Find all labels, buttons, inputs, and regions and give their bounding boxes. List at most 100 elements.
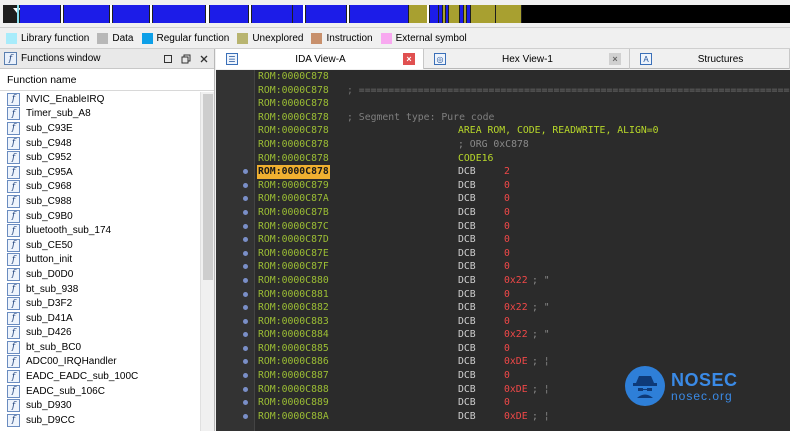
- disassembly-line[interactable]: ROM:0000C87F DCB 0: [243, 260, 790, 274]
- breakpoint-dot-icon[interactable]: [243, 209, 248, 215]
- nav-band-segment[interactable]: [439, 5, 442, 23]
- disassembly-line[interactable]: ROM:0000C87E DCB 0: [243, 247, 790, 261]
- tab-ida-view-a[interactable]: ☰ IDA View-A ×: [216, 49, 424, 69]
- line-address[interactable]: ROM:0000C88A: [258, 410, 329, 424]
- nav-band-segment[interactable]: [61, 5, 63, 23]
- nav-band-segment[interactable]: [150, 5, 152, 23]
- function-list-item[interactable]: f sub_C952: [0, 150, 200, 165]
- disassembly-line[interactable]: ROM:0000C883 DCB 0: [243, 315, 790, 329]
- line-address[interactable]: ROM:0000C887: [258, 369, 329, 383]
- function-list[interactable]: f NVIC_EnableIRQ f Timer_sub_A8 f sub_C93E f su…: [0, 92, 200, 431]
- function-list-item[interactable]: f sub_C968: [0, 180, 200, 195]
- breakpoint-dot-icon[interactable]: [243, 277, 248, 283]
- breakpoint-dot-icon[interactable]: [243, 345, 248, 351]
- close-tab-icon[interactable]: ×: [609, 53, 621, 65]
- function-list-item[interactable]: f sub_CE50: [0, 238, 200, 253]
- disassembly-line[interactable]: ROM:0000C878 CODE16: [255, 152, 790, 166]
- line-address[interactable]: ROM:0000C878: [257, 165, 330, 179]
- nav-band-segment[interactable]: [306, 5, 346, 23]
- disassembly-line[interactable]: ROM:0000C878 ; ==========================…: [255, 84, 790, 98]
- nav-band-segment[interactable]: [303, 5, 305, 23]
- line-address[interactable]: ROM:0000C878: [258, 124, 329, 138]
- line-address[interactable]: ROM:0000C886: [258, 355, 329, 369]
- breakpoint-dot-icon[interactable]: [243, 318, 248, 324]
- function-list-item[interactable]: f sub_C93E: [0, 121, 200, 136]
- disassembly-line[interactable]: ROM:0000C880 DCB 0x22 ; ": [243, 274, 790, 288]
- function-list-item[interactable]: f sub_D930: [0, 398, 200, 413]
- function-list-item[interactable]: f sub_D426: [0, 326, 200, 341]
- scrollbar-thumb[interactable]: [203, 94, 213, 280]
- line-address[interactable]: ROM:0000C87B: [258, 206, 329, 220]
- disassembly-line[interactable]: ROM:0000C87A DCB 0: [243, 192, 790, 206]
- line-address[interactable]: ROM:0000C878: [258, 70, 329, 84]
- breakpoint-dot-icon[interactable]: [243, 291, 248, 297]
- nav-band-segment[interactable]: [350, 5, 408, 23]
- function-name-column-header[interactable]: Function name: [0, 69, 214, 91]
- nav-band-segment[interactable]: [427, 5, 429, 23]
- disassembly-line[interactable]: ROM:0000C882 DCB 0x22 ; ": [243, 301, 790, 315]
- function-list-item[interactable]: f ADC00_IRQHandler: [0, 355, 200, 370]
- nav-band-segment[interactable]: [17, 5, 19, 23]
- nav-band-segment[interactable]: [522, 5, 790, 23]
- disassembly-line[interactable]: ROM:0000C885 DCB 0: [243, 342, 790, 356]
- function-list-item[interactable]: f bt_sub_938: [0, 282, 200, 297]
- nav-band-segment[interactable]: [430, 5, 438, 23]
- line-address[interactable]: ROM:0000C889: [258, 396, 329, 410]
- nav-band-segment[interactable]: [153, 5, 205, 23]
- disassembly-line[interactable]: ROM:0000C878 DCB 2: [243, 165, 790, 179]
- function-list-item[interactable]: f bt_sub_BC0: [0, 340, 200, 355]
- tab-structures[interactable]: A Structures: [630, 49, 790, 69]
- function-list-item[interactable]: f sub_C988: [0, 194, 200, 209]
- nav-band-segment[interactable]: [409, 5, 427, 23]
- navigation-band-strip[interactable]: [3, 5, 790, 23]
- nav-band-segment[interactable]: [471, 5, 495, 23]
- float-window-button[interactable]: [178, 51, 193, 66]
- nav-band-segment[interactable]: [496, 5, 521, 23]
- disassembly-line[interactable]: ROM:0000C878: [255, 70, 790, 84]
- disassembly-line[interactable]: ROM:0000C88A DCB 0xDE ; ¦: [243, 410, 790, 424]
- line-address[interactable]: ROM:0000C878: [258, 152, 329, 166]
- line-address[interactable]: ROM:0000C878: [258, 97, 329, 111]
- nav-band-segment[interactable]: [210, 5, 248, 23]
- nav-band-segment[interactable]: [206, 5, 209, 23]
- nav-band-segment[interactable]: [249, 5, 251, 23]
- line-address[interactable]: ROM:0000C883: [258, 315, 329, 329]
- nav-band-segment[interactable]: [460, 5, 463, 23]
- nav-band-segment[interactable]: [293, 5, 303, 23]
- function-list-item[interactable]: f sub_D41A: [0, 311, 200, 326]
- close-tab-icon[interactable]: ×: [403, 53, 415, 65]
- function-list-item[interactable]: f EADC_sub_106C: [0, 384, 200, 399]
- nav-band-segment[interactable]: [467, 5, 470, 23]
- line-address[interactable]: ROM:0000C878: [258, 138, 329, 152]
- line-address[interactable]: ROM:0000C884: [258, 328, 329, 342]
- minimize-window-button[interactable]: [160, 51, 175, 66]
- disassembly-line[interactable]: ROM:0000C87B DCB 0: [243, 206, 790, 220]
- breakpoint-dot-icon[interactable]: [243, 223, 248, 229]
- disassembly-line[interactable]: ROM:0000C879 DCB 0: [243, 179, 790, 193]
- line-address[interactable]: ROM:0000C87E: [258, 247, 329, 261]
- navigation-band[interactable]: [0, 0, 790, 28]
- function-list-item[interactable]: f NVIC_EnableIRQ: [0, 92, 200, 107]
- line-address[interactable]: ROM:0000C885: [258, 342, 329, 356]
- nav-band-segment[interactable]: [20, 5, 60, 23]
- nav-band-segment[interactable]: [464, 5, 466, 23]
- breakpoint-dot-icon[interactable]: [243, 182, 248, 188]
- nav-band-segment[interactable]: [443, 5, 445, 23]
- nav-band-segment[interactable]: [446, 5, 448, 23]
- disassembly-line[interactable]: ROM:0000C878 AREA ROM, CODE, READWRITE, A…: [255, 124, 790, 138]
- function-list-item[interactable]: f sub_C948: [0, 136, 200, 151]
- function-list-item[interactable]: f sub_D9CC: [0, 413, 200, 428]
- disassembly-line[interactable]: ROM:0000C878 ; ORG 0xC878: [255, 138, 790, 152]
- close-functions-window-button[interactable]: [196, 51, 211, 66]
- line-address[interactable]: ROM:0000C87F: [258, 260, 329, 274]
- line-address[interactable]: ROM:0000C87C: [258, 220, 329, 234]
- breakpoint-dot-icon[interactable]: [243, 386, 248, 392]
- function-list-item[interactable]: f sub_D3F2: [0, 296, 200, 311]
- disassembly-line[interactable]: ROM:0000C881 DCB 0: [243, 288, 790, 302]
- line-address[interactable]: ROM:0000C881: [258, 288, 329, 302]
- disassembly-line[interactable]: ROM:0000C878 ; Segment type: Pure code: [255, 111, 790, 125]
- function-list-item[interactable]: f button_init: [0, 253, 200, 268]
- nav-band-segment[interactable]: [449, 5, 459, 23]
- line-address[interactable]: ROM:0000C879: [258, 179, 329, 193]
- line-address[interactable]: ROM:0000C882: [258, 301, 329, 315]
